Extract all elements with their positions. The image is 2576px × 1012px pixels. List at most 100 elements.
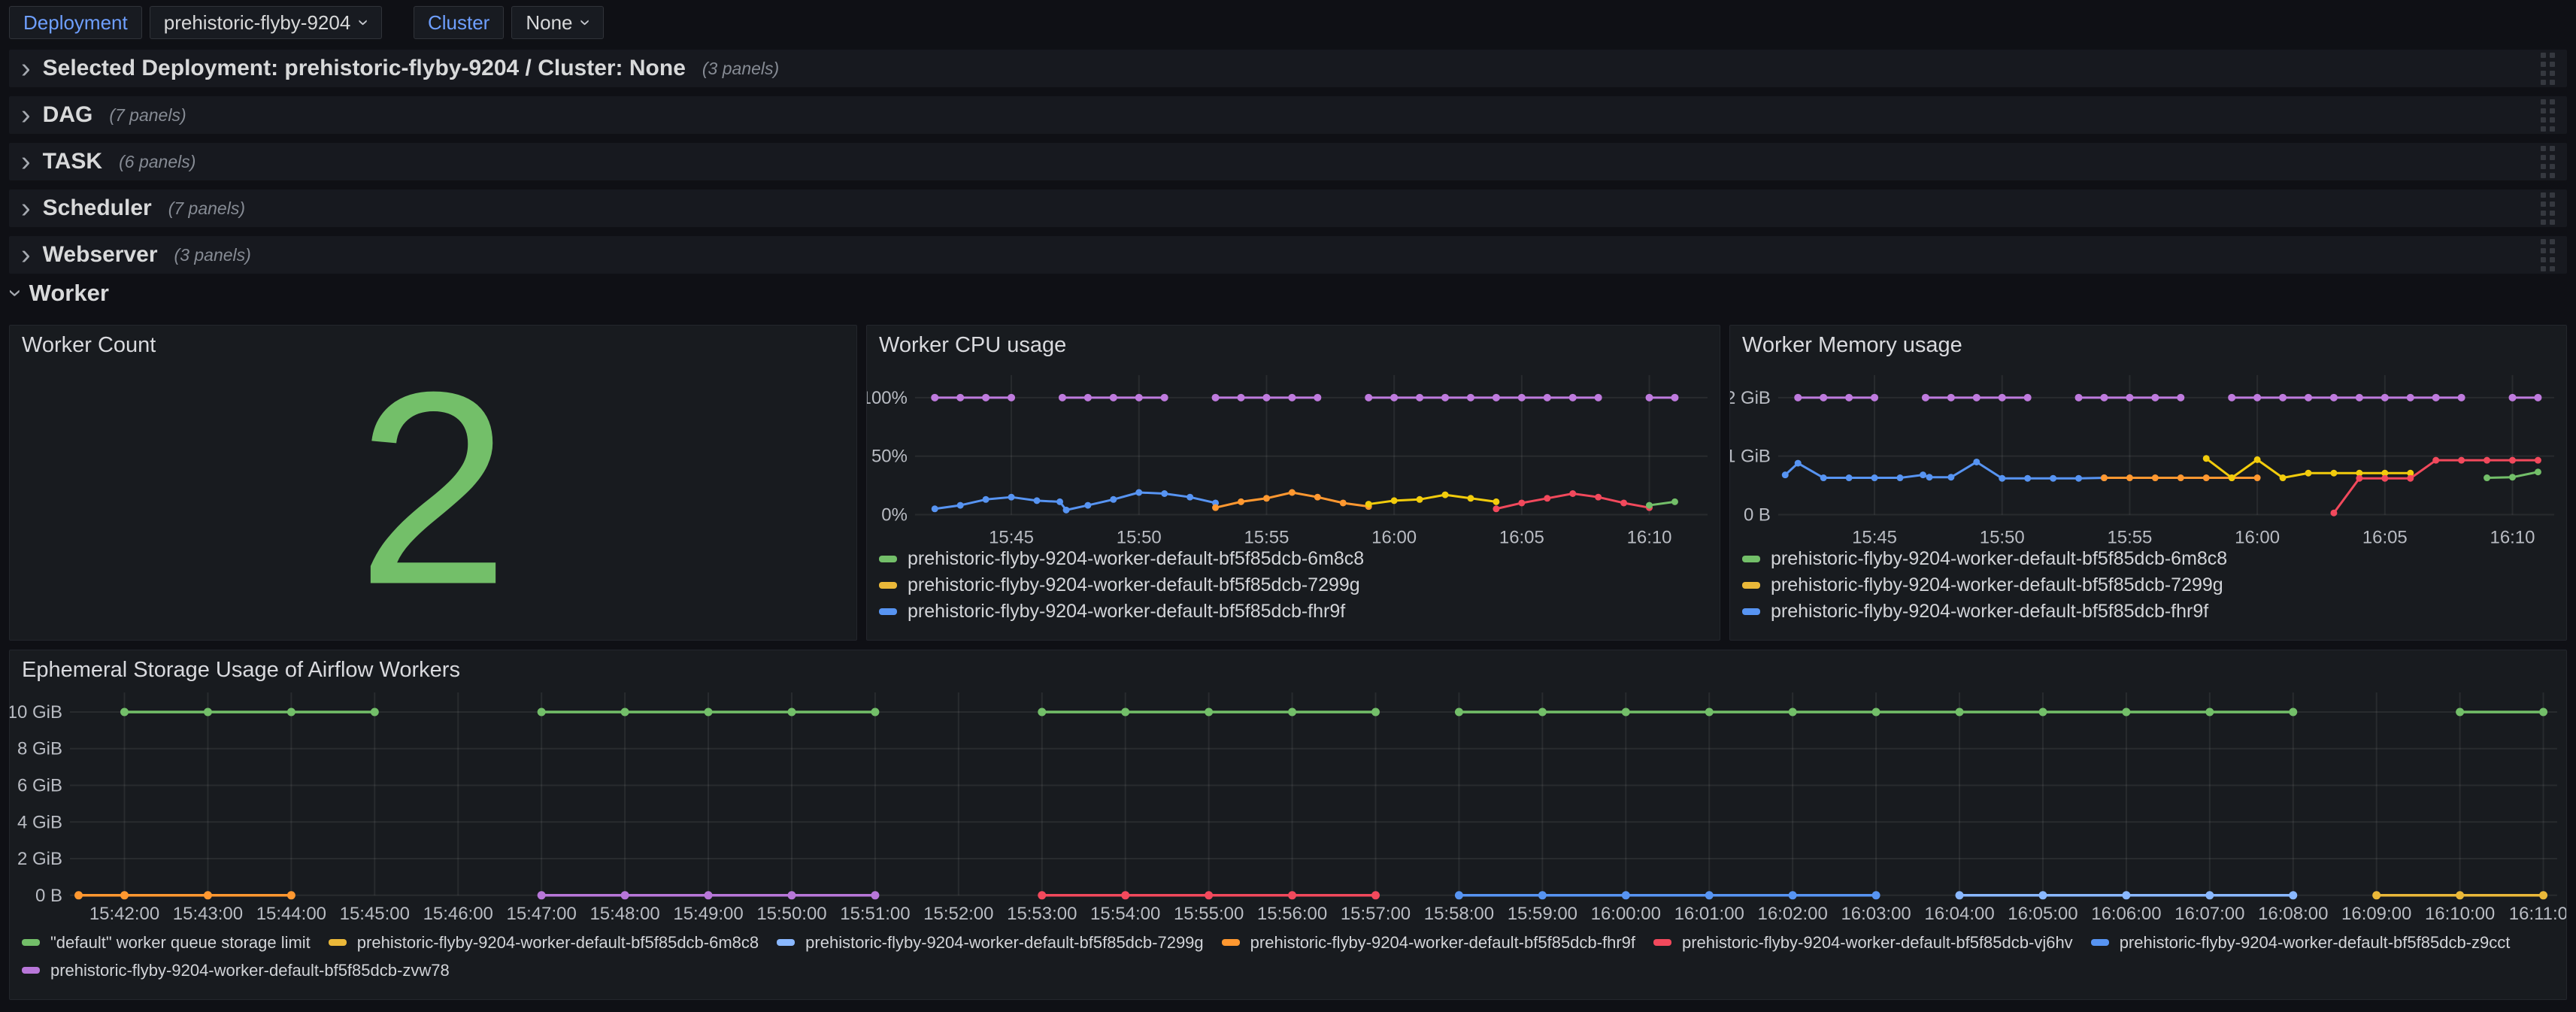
svg-text:6 GiB: 6 GiB (17, 775, 62, 795)
svg-text:16:11:00: 16:11:00 (2509, 904, 2566, 924)
svg-text:16:07:00: 16:07:00 (2174, 904, 2244, 924)
legend-item[interactable]: prehistoric-flyby-9204-worker-default-bf… (879, 546, 1364, 572)
row-drag-handle[interactable] (2541, 192, 2555, 225)
deployment-variable-value: prehistoric-flyby-9204 (164, 11, 351, 35)
svg-text:15:50:00: 15:50:00 (756, 904, 826, 924)
row-worker-expanded[interactable]: › Worker (12, 280, 109, 307)
svg-text:0%: 0% (881, 505, 908, 526)
svg-text:15:45: 15:45 (989, 527, 1034, 547)
row-panel-count: (7 panels) (168, 198, 245, 219)
svg-text:15:56:00: 15:56:00 (1257, 904, 1327, 924)
legend-item-label: prehistoric-flyby-9204-worker-default-bf… (357, 933, 759, 953)
svg-text:15:45: 15:45 (1852, 527, 1897, 547)
svg-text:16:01:00: 16:01:00 (1674, 904, 1744, 924)
legend-item[interactable]: prehistoric-flyby-9204-worker-default-bf… (1742, 572, 2227, 598)
legend-item[interactable]: prehistoric-flyby-9204-worker-default-bf… (1742, 598, 2227, 625)
legend-item[interactable]: prehistoric-flyby-9204-worker-default-bf… (879, 572, 1364, 598)
legend-color-pill (329, 939, 347, 946)
svg-text:15:50: 15:50 (1117, 527, 1162, 547)
panel-worker-memory-usage: Worker Memory usage 0 B1 GiB2 GiB15:4515… (1729, 325, 2567, 641)
svg-text:15:54:00: 15:54:00 (1090, 904, 1160, 924)
row-dag[interactable]: › DAG (7 panels) (9, 96, 2567, 134)
svg-text:10 GiB: 10 GiB (10, 702, 62, 723)
svg-text:2 GiB: 2 GiB (17, 849, 62, 869)
legend-row: prehistoric-flyby-9204-worker-default-bf… (22, 956, 2510, 984)
legend-item-label: prehistoric-flyby-9204-worker-default-bf… (1250, 933, 1635, 953)
legend-item[interactable]: prehistoric-flyby-9204-worker-default-bf… (22, 961, 450, 980)
svg-text:16:10: 16:10 (1627, 527, 1672, 547)
cluster-variable-dropdown[interactable]: None › (511, 6, 604, 39)
deployment-variable-label: Deployment (9, 6, 142, 39)
row-webserver[interactable]: › Webserver (3 panels) (9, 236, 2567, 274)
svg-text:15:53:00: 15:53:00 (1007, 904, 1077, 924)
row-drag-handle[interactable] (2541, 146, 2555, 178)
panel-title[interactable]: Worker Memory usage (1742, 333, 1962, 358)
row-drag-handle[interactable] (2541, 53, 2555, 85)
row-drag-handle[interactable] (2541, 99, 2555, 132)
row-task[interactable]: › TASK (6 panels) (9, 143, 2567, 180)
legend-item[interactable]: "default" worker queue storage limit (22, 933, 311, 953)
svg-text:15:43:00: 15:43:00 (173, 904, 243, 924)
svg-text:16:05: 16:05 (1499, 527, 1544, 547)
svg-text:15:47:00: 15:47:00 (507, 904, 577, 924)
svg-text:15:42:00: 15:42:00 (89, 904, 159, 924)
svg-text:15:55: 15:55 (2107, 527, 2152, 547)
legend-color-pill (879, 582, 897, 589)
memory-chart-legend: prehistoric-flyby-9204-worker-default-bf… (1742, 546, 2227, 625)
legend-color-pill (1742, 608, 1760, 615)
legend-item[interactable]: prehistoric-flyby-9204-worker-default-bf… (2091, 933, 2511, 953)
svg-text:0 B: 0 B (35, 886, 62, 906)
legend-item[interactable]: prehistoric-flyby-9204-worker-default-bf… (329, 933, 759, 953)
dashboard-variables-toolbar: Deployment prehistoric-flyby-9204 › Clus… (9, 6, 604, 39)
panel-title[interactable]: Ephemeral Storage Usage of Airflow Worke… (22, 658, 460, 683)
chevron-down-icon: › (577, 20, 596, 26)
svg-text:15:44:00: 15:44:00 (256, 904, 326, 924)
deployment-variable-dropdown[interactable]: prehistoric-flyby-9204 › (150, 6, 382, 39)
legend-color-pill (1742, 582, 1760, 589)
svg-text:8 GiB: 8 GiB (17, 739, 62, 759)
legend-item-label: prehistoric-flyby-9204-worker-default-bf… (908, 574, 1360, 596)
legend-color-pill (2091, 939, 2109, 946)
svg-text:16:05: 16:05 (2362, 527, 2408, 547)
svg-text:2 GiB: 2 GiB (1730, 388, 1771, 408)
legend-color-pill (1742, 556, 1760, 562)
cpu-chart-legend: prehistoric-flyby-9204-worker-default-bf… (879, 546, 1364, 625)
row-selected-deployment[interactable]: › Selected Deployment: prehistoric-flyby… (9, 50, 2567, 87)
svg-text:15:51:00: 15:51:00 (840, 904, 910, 924)
svg-text:16:06:00: 16:06:00 (2091, 904, 2161, 924)
svg-text:15:49:00: 15:49:00 (673, 904, 743, 924)
row-drag-handle[interactable] (2541, 239, 2555, 271)
legend-item-label: prehistoric-flyby-9204-worker-default-bf… (1682, 933, 2073, 953)
svg-text:15:57:00: 15:57:00 (1341, 904, 1411, 924)
grafana-dashboard: Deployment prehistoric-flyby-9204 › Clus… (0, 0, 2576, 1012)
row-scheduler[interactable]: › Scheduler (7 panels) (9, 189, 2567, 227)
row-title: Webserver (43, 242, 158, 268)
panel-title[interactable]: Worker CPU usage (879, 333, 1066, 358)
legend-item-label: prehistoric-flyby-9204-worker-default-bf… (1771, 601, 2208, 623)
svg-text:16:10: 16:10 (2490, 527, 2535, 547)
chevron-right-icon: › (21, 150, 31, 173)
legend-item[interactable]: prehistoric-flyby-9204-worker-default-bf… (879, 598, 1364, 625)
row-panel-count: (6 panels) (119, 152, 195, 172)
legend-item-label: prehistoric-flyby-9204-worker-default-bf… (908, 548, 1364, 570)
legend-color-pill (777, 939, 795, 946)
chevron-down-icon: › (7, 289, 26, 298)
svg-text:16:00: 16:00 (1371, 527, 1417, 547)
svg-text:15:50: 15:50 (1980, 527, 2025, 547)
row-title: DAG (43, 102, 93, 128)
legend-item[interactable]: prehistoric-flyby-9204-worker-default-bf… (1653, 933, 2073, 953)
legend-item[interactable]: prehistoric-flyby-9204-worker-default-bf… (1222, 933, 1635, 953)
chevron-down-icon: › (355, 20, 374, 26)
panel-ephemeral-storage: Ephemeral Storage Usage of Airflow Worke… (9, 650, 2567, 1000)
row-panel-count: (3 panels) (702, 59, 779, 79)
deployment-variable-group: Deployment prehistoric-flyby-9204 › (9, 6, 382, 39)
cluster-variable-label: Cluster (414, 6, 504, 39)
legend-item[interactable]: prehistoric-flyby-9204-worker-default-bf… (777, 933, 1204, 953)
legend-item-label: "default" worker queue storage limit (50, 933, 311, 953)
row-panel-count: (3 panels) (174, 245, 251, 265)
svg-text:0 B: 0 B (1744, 505, 1771, 526)
legend-row: "default" worker queue storage limit preh… (22, 929, 2510, 956)
legend-item[interactable]: prehistoric-flyby-9204-worker-default-bf… (1742, 546, 2227, 572)
row-panel-count: (7 panels) (109, 105, 186, 126)
panel-title[interactable]: Worker Count (22, 333, 156, 358)
